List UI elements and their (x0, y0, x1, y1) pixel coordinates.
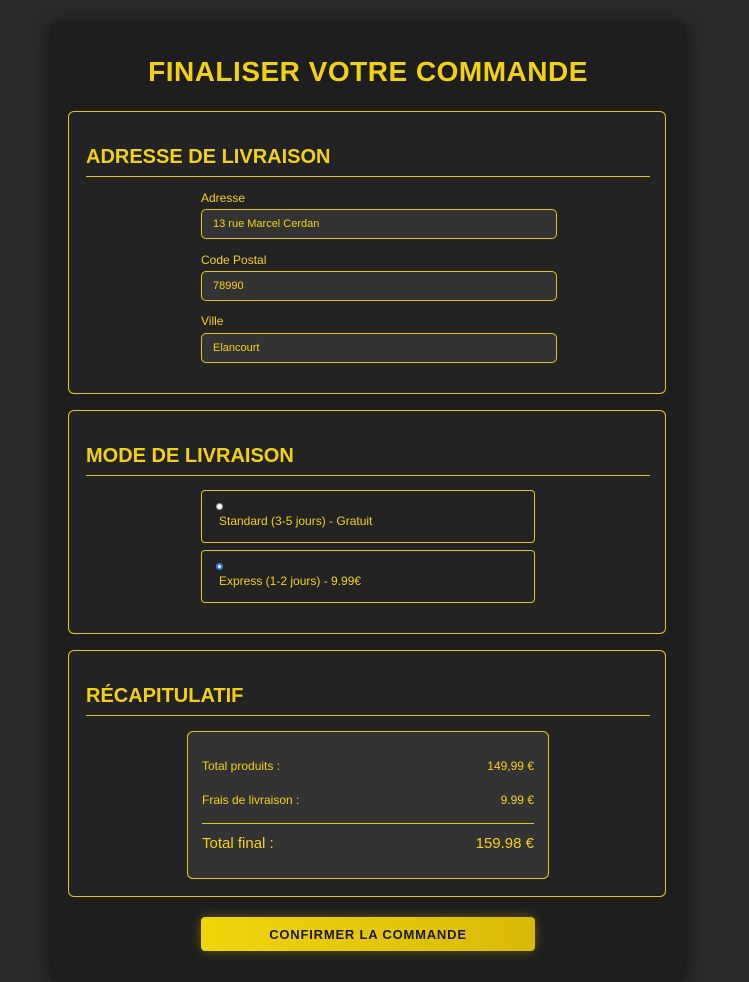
shipping-section-title: MODE DE LIVRAISON (86, 445, 650, 476)
summary-section-title: RÉCAPITULATIF (86, 685, 650, 716)
summary-divider (202, 823, 534, 824)
radio-express[interactable] (216, 563, 223, 570)
address-input[interactable] (201, 209, 557, 239)
final-total-value: 159.98 € (475, 835, 534, 852)
radio-standard[interactable] (216, 503, 223, 510)
shipping-option-standard[interactable]: Standard (3-5 jours) - Gratuit (201, 490, 535, 543)
final-total-label: Total final : (202, 835, 274, 852)
final-total-row: Total final : 159.98 € (202, 835, 534, 852)
checkout-panel: FINALISER VOTRE COMMANDE ADRESSE DE LIVR… (49, 22, 687, 982)
page-title: FINALISER VOTRE COMMANDE (148, 56, 588, 87)
shipping-option-express-label: Express (1-2 jours) - 9.99€ (219, 574, 362, 588)
confirm-order-button[interactable]: CONFIRMER LA COMMANDE (201, 917, 535, 951)
shipping-fee-value: 9.99 € (500, 793, 534, 807)
summary-box: Total produits : 149,99 € Frais de livra… (187, 731, 549, 879)
shipping-option-express[interactable]: Express (1-2 jours) - 9.99€ (201, 550, 535, 603)
shipping-option-standard-label: Standard (3-5 jours) - Gratuit (219, 514, 373, 528)
address-section: ADRESSE DE LIVRAISON Adresse Code Postal… (68, 111, 666, 394)
products-total-label: Total produits : (202, 759, 281, 773)
address-section-title: ADRESSE DE LIVRAISON (86, 146, 650, 177)
shipping-fee-row: Frais de livraison : 9.99 € (202, 793, 534, 807)
postal-code-label: Code Postal (201, 253, 267, 267)
summary-section: RÉCAPITULATIF Total produits : 149,99 € … (68, 650, 666, 897)
city-input[interactable] (201, 333, 557, 363)
shipping-section: MODE DE LIVRAISON Standard (3-5 jours) -… (68, 410, 666, 634)
address-label: Adresse (201, 191, 246, 205)
products-total-row: Total produits : 149,99 € (202, 759, 534, 773)
city-label: Ville (201, 314, 224, 328)
shipping-fee-label: Frais de livraison : (202, 793, 300, 807)
postal-code-input[interactable] (201, 271, 557, 301)
products-total-value: 149,99 € (487, 759, 534, 773)
